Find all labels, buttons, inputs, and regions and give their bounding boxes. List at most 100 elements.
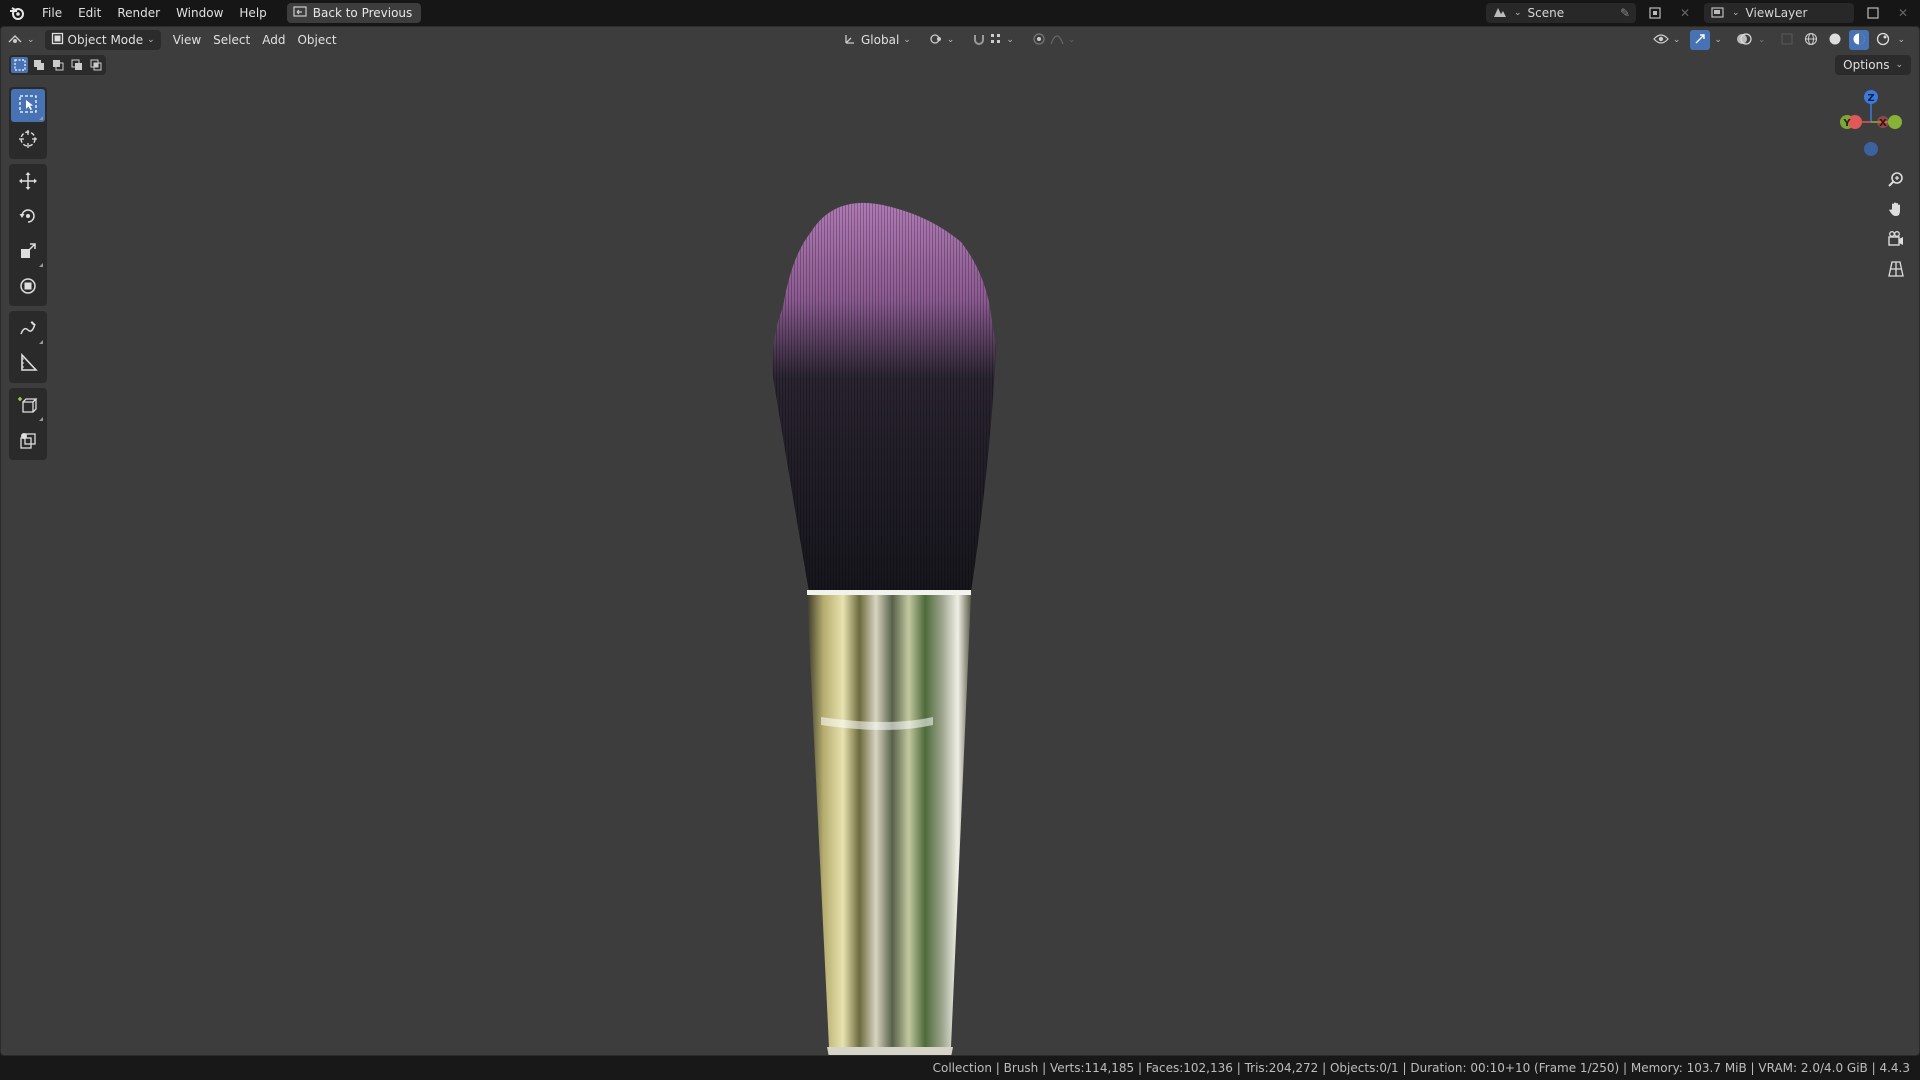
pencil-icon [18,318,38,341]
annotate-tools-group [9,311,47,383]
select-subtract-icon[interactable] [49,57,66,73]
zoom-button[interactable] [1883,167,1909,193]
add-cube-tool[interactable] [11,390,45,423]
3d-viewport[interactable]: ⌄ Object Mode ⌄ View Select Add Object G… [0,26,1920,1056]
chevron-down-icon: ⌄ [1514,8,1522,18]
rotate-tool[interactable] [11,201,45,234]
scale-tool[interactable] [11,236,45,269]
menu-edit[interactable]: Edit [70,3,109,23]
tool-shelf [9,87,47,464]
gizmo-toggle[interactable] [1690,30,1711,50]
select-invert-icon[interactable] [68,57,85,73]
tool-options-indicator [39,116,43,120]
proportional-editing-toggle[interactable]: ⌄ [1026,30,1082,50]
transform-orientation-label: Global [861,33,900,47]
view-layer-name: ViewLayer [1745,6,1808,20]
shading-rendered[interactable] [1873,30,1893,50]
object-mode-dropdown[interactable]: Object Mode ⌄ [44,30,161,50]
select-intersect-icon[interactable] [87,57,104,73]
menu-render[interactable]: Render [109,3,168,23]
perspective-toggle-button[interactable] [1883,257,1909,283]
cursor-tool[interactable] [11,124,45,157]
view-layer-selector[interactable]: ⌄ ViewLayer [1704,3,1854,23]
snap-increment-icon [990,33,1002,48]
gizmo-x-label: X [1879,118,1887,129]
tool-options-indicator [39,340,43,344]
menu-help[interactable]: Help [231,3,274,23]
falloff-icon [1050,32,1064,49]
brush-object[interactable] [761,197,1061,1056]
xray-toggle[interactable] [1777,30,1797,50]
blender-logo-icon[interactable] [0,0,34,26]
pan-button[interactable] [1883,197,1909,223]
chevron-down-icon[interactable]: ⌄ [1897,35,1905,45]
xray-icon [1780,32,1794,49]
add-cube-icon [18,395,38,418]
navigation-buttons [1883,167,1909,283]
chevron-down-icon: ⌄ [1732,8,1740,18]
chevron-down-icon: ⌄ [1672,35,1681,45]
menu-add[interactable]: Add [256,30,291,50]
select-box-tool[interactable] [11,89,45,122]
zoom-magnifier-icon [1887,170,1905,191]
gizmo-z-label: Z [1867,93,1874,104]
options-dropdown[interactable]: Options ⌄ [1835,55,1911,75]
new-scene-icon[interactable] [1644,3,1666,23]
navigation-gizmo[interactable]: Z Y X [1831,87,1911,177]
transform-tools-group [9,164,47,306]
pivot-point-dropdown[interactable]: ⌄ [923,30,961,50]
options-label: Options [1843,58,1890,72]
overlays-toggle[interactable] [1734,30,1754,50]
add-object-tool[interactable] [11,425,45,458]
view-layer-icon [1710,5,1726,22]
delete-scene-icon[interactable]: ✕ [1674,3,1696,23]
annotate-tool[interactable] [11,313,45,346]
menu-view[interactable]: View [167,30,207,50]
eye-icon [1652,33,1669,48]
chevron-down-icon[interactable]: ⌄ [1714,35,1722,45]
new-view-layer-icon[interactable] [1862,3,1884,23]
back-to-previous-button[interactable]: Back to Previous [286,3,422,23]
select-new-icon[interactable] [11,57,28,73]
object-mode-label: Object Mode [67,33,144,47]
ruler-icon [18,352,38,376]
transform-tool[interactable] [11,271,45,304]
orientation-icon [843,32,857,49]
top-menu-bar: File Edit Render Window Help Back to Pre… [0,0,1920,26]
3d-view-icon [7,32,23,49]
menu-object[interactable]: Object [291,30,342,50]
menu-window[interactable]: Window [168,3,231,23]
shading-wireframe[interactable] [1801,30,1821,50]
pin-icon[interactable]: ✎ [1620,6,1630,20]
chevron-down-icon: ⌄ [1006,35,1014,45]
solid-sphere-icon [1828,32,1842,49]
shading-material[interactable] [1849,30,1870,50]
scale-icon [18,241,38,264]
scene-selector[interactable]: ⌄ Scene ✎ [1486,3,1636,23]
object-mode-icon [51,32,64,48]
snap-toggle[interactable]: ⌄ [966,30,1020,50]
transform-icon [18,276,38,299]
move-tool[interactable] [11,166,45,199]
tool-options-indicator [39,263,43,267]
measure-tool[interactable] [11,348,45,381]
camera-view-button[interactable] [1883,227,1909,253]
chevron-down-icon: ⌄ [946,35,955,45]
back-screen-icon [293,5,307,21]
gizmo-y-label: Y [1842,118,1851,129]
rotate-icon [18,206,38,229]
delete-view-layer-icon[interactable]: ✕ [1892,3,1914,23]
chevron-down-icon[interactable]: ⌄ [1758,35,1766,45]
hand-icon [1887,200,1905,221]
editor-type-selector[interactable]: ⌄ [1,30,41,50]
menu-file[interactable]: File [34,3,70,23]
magnet-icon [972,32,986,49]
select-extend-icon[interactable] [30,57,47,73]
chevron-down-icon: ⌄ [147,35,155,45]
transform-orientation-dropdown[interactable]: Global ⌄ [837,30,917,50]
menu-select[interactable]: Select [207,30,256,50]
grid-perspective-icon [1887,260,1905,281]
chevron-down-icon: ⌄ [903,35,911,45]
shading-solid[interactable] [1825,30,1845,50]
visibility-dropdown[interactable]: ⌄ [1647,30,1687,50]
